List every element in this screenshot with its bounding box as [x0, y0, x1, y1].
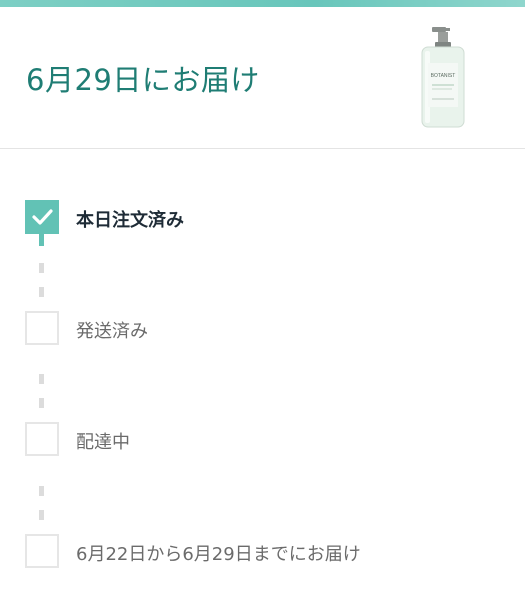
timeline-step-shipped: 発送済み	[25, 311, 505, 347]
timeline-step-ordered: 本日注文済み	[25, 200, 505, 236]
step-checkbox-empty	[25, 534, 59, 568]
step-checkbox-empty	[25, 311, 59, 345]
top-accent-bar	[0, 0, 525, 7]
order-tracking-screen: 6月29日にお届け BOTANIST 本日注文済み 発送済み 配達中 6月22日…	[0, 0, 525, 600]
delivery-date-title: 6月29日にお届け	[26, 63, 260, 97]
timeline-step-in-transit: 配達中	[25, 422, 505, 458]
product-brand-label: BOTANIST	[431, 73, 456, 79]
shampoo-bottle-icon: BOTANIST	[421, 27, 465, 128]
product-thumbnail[interactable]: BOTANIST	[418, 25, 470, 129]
checkmark-icon	[32, 209, 53, 225]
step-label-ordered: 本日注文済み	[76, 210, 184, 231]
step-label-delivery-window: 6月22日から6月29日までにお届け	[76, 544, 361, 565]
step-label-shipped: 発送済み	[76, 321, 148, 342]
step-checkbox-empty	[25, 422, 59, 456]
delivery-progress-timeline: 本日注文済み 発送済み 配達中 6月22日から6月29日までにお届け	[0, 149, 525, 600]
timeline-step-delivery-window: 6月22日から6月29日までにお届け	[25, 534, 505, 570]
step-checkbox-checked	[25, 200, 59, 234]
step-label-in-transit: 配達中	[76, 432, 130, 453]
connector-dashed-1	[39, 263, 44, 313]
connector-dashed-3	[39, 486, 44, 536]
delivery-header: 6月29日にお届け BOTANIST	[0, 7, 525, 149]
connector-dashed-2	[39, 374, 44, 424]
